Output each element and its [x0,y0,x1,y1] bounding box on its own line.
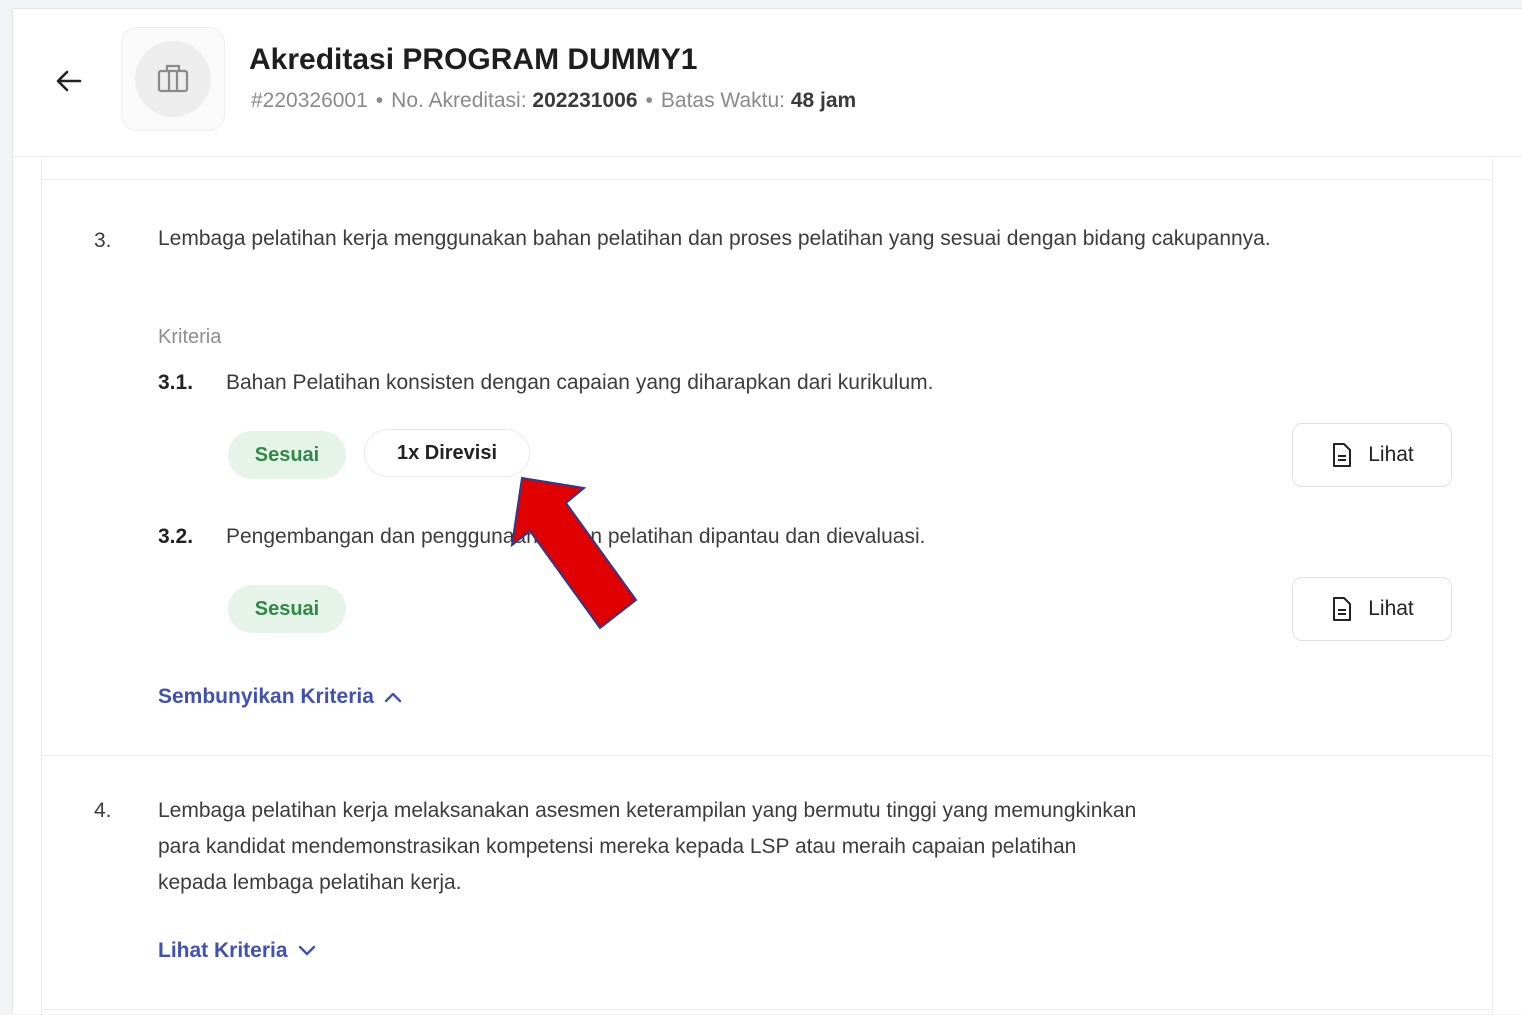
item-description-line: kepada lembaga pelatihan kerja. [158,871,462,894]
view-button-label: Lihat [1368,597,1414,620]
chevron-up-icon [384,692,402,703]
divider [42,179,1492,180]
program-logo [121,27,225,131]
document-icon [1333,443,1352,467]
page-header: Akreditasi PROGRAM DUMMY1 #220326001 • N… [13,9,1522,157]
criterion-number: 3.2. [158,525,194,548]
divider [42,755,1492,756]
view-button-label: Lihat [1368,443,1414,466]
deadline-label: Batas Waktu: [660,89,785,112]
item-number: 3. [94,229,112,252]
view-button[interactable]: Lihat [1292,577,1452,641]
page-meta: #220326001 • No. Akreditasi: 202231006 •… [251,89,856,113]
criterion-number: 3.1. [158,371,194,394]
divider [42,1009,1492,1010]
hide-criteria-label: Sembunyikan Kriteria [158,685,374,708]
view-criteria-link[interactable]: Lihat Kriteria [158,939,316,963]
meta-separator: • [375,89,384,112]
back-button[interactable] [49,61,89,101]
view-criteria-label: Lihat Kriteria [158,939,288,962]
revision-badge: 1x Direvisi [364,429,530,477]
status-badge: Sesuai [228,431,346,479]
item-description-line: Lembaga pelatihan kerja melaksanakan ase… [158,799,1137,822]
app-window: Akreditasi PROGRAM DUMMY1 #220326001 • N… [12,8,1522,1015]
item-number: 4. [94,799,112,822]
item-description: Lembaga pelatihan kerja menggunakan baha… [158,227,1271,250]
page-title: Akreditasi PROGRAM DUMMY1 [249,43,698,76]
kriteria-label: Kriteria [158,326,222,348]
criterion-text: Pengembangan dan penggunaan bahan pelati… [226,525,926,548]
status-badge: Sesuai [228,585,346,633]
meta-separator: • [645,89,653,112]
deadline-value: 48 jam [790,89,857,112]
chevron-down-icon [298,945,315,956]
hide-criteria-link[interactable]: Sembunyikan Kriteria [158,685,402,709]
criteria-list: 3. Lembaga pelatihan kerja menggunakan b… [41,159,1493,1015]
view-button[interactable]: Lihat [1292,423,1452,487]
arrow-left-icon [56,70,82,92]
item-description-line: para kandidat mendemonstrasikan kompeten… [158,835,1077,858]
accreditation-number: 202231006 [532,89,638,112]
program-id: #220326001 [251,89,368,112]
accreditation-label: No. Akreditasi: [391,89,527,112]
criterion-text: Bahan Pelatihan konsisten dengan capaian… [226,371,934,394]
item-description: Lembaga pelatihan kerja melaksanakan ase… [158,793,1458,901]
document-icon [1333,597,1352,621]
building-icon [157,64,189,93]
